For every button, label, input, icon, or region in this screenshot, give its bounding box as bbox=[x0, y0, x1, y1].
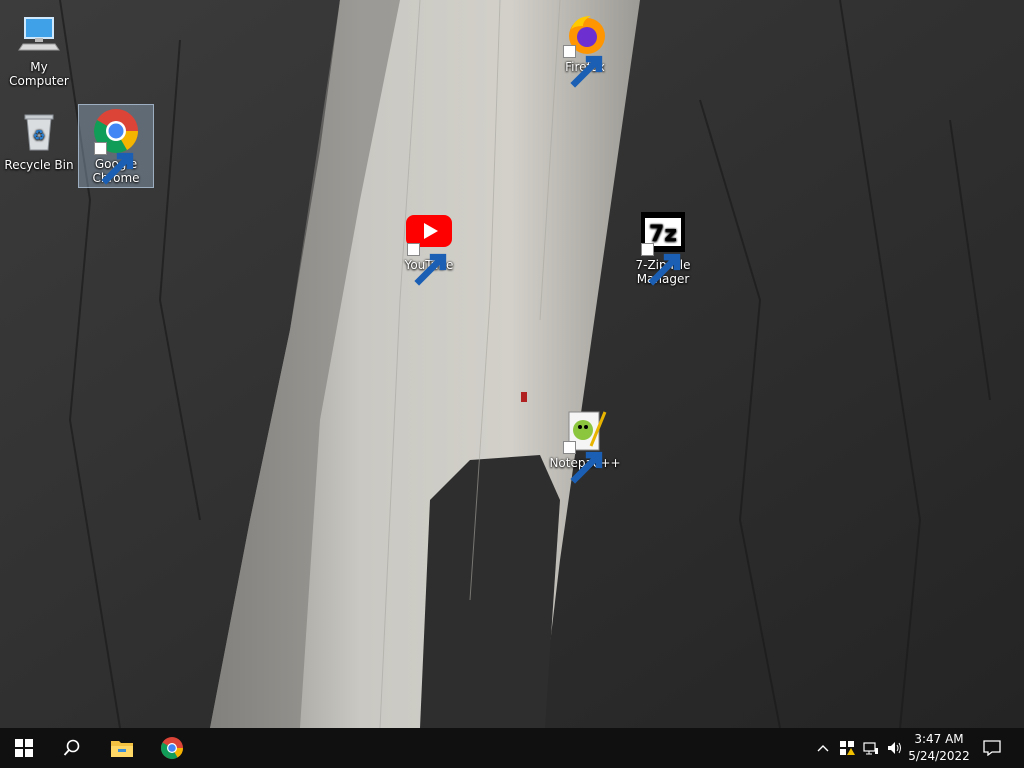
windows-start-icon bbox=[15, 739, 33, 757]
show-hidden-icons-button[interactable] bbox=[812, 728, 834, 768]
search-button[interactable] bbox=[48, 728, 96, 768]
taskbar-file-explorer[interactable] bbox=[98, 728, 146, 768]
taskbar: 3:47 AM 5/24/2022 bbox=[0, 728, 1024, 768]
shortcut-arrow-icon bbox=[563, 45, 603, 88]
file-explorer-icon bbox=[111, 741, 133, 757]
tray-security[interactable] bbox=[836, 728, 858, 768]
desktop-icon-7zip[interactable]: 7z 7-Zip File Manager bbox=[625, 206, 701, 288]
desktop-icon-label: My Computer bbox=[9, 60, 69, 88]
security-icon bbox=[840, 741, 855, 755]
notepadpp-icon bbox=[561, 406, 609, 484]
shortcut-arrow-icon bbox=[94, 142, 134, 185]
chrome-icon bbox=[161, 737, 183, 759]
desktop-icon-recycle-bin[interactable]: ♻ Recycle Bin bbox=[1, 106, 77, 178]
computer-icon bbox=[15, 10, 63, 58]
svg-text:♻: ♻ bbox=[33, 128, 46, 144]
search-icon bbox=[63, 739, 80, 756]
desktop-icon-firefox[interactable]: Firefox bbox=[547, 8, 623, 88]
clock-date: 5/24/2022 bbox=[908, 749, 970, 763]
chrome-icon bbox=[92, 107, 140, 185]
tray-volume[interactable] bbox=[884, 728, 906, 768]
volume-icon bbox=[888, 742, 901, 754]
chevron-up-icon bbox=[817, 745, 829, 752]
desktop[interactable]: My Computer ♻ Recycle Bin Google Chrome … bbox=[0, 0, 1024, 728]
action-center-button[interactable] bbox=[978, 728, 1006, 768]
notification-icon bbox=[983, 740, 1001, 756]
start-button[interactable] bbox=[0, 728, 48, 768]
desktop-icon-label: Recycle Bin bbox=[4, 158, 74, 172]
taskbar-chrome[interactable] bbox=[148, 728, 196, 768]
7zip-icon: 7z bbox=[639, 208, 687, 286]
network-icon bbox=[863, 742, 878, 755]
desktop-icon-google-chrome[interactable]: Google Chrome bbox=[78, 104, 154, 188]
recycle-bin-icon: ♻ bbox=[15, 108, 63, 156]
tray-network[interactable] bbox=[860, 728, 882, 768]
firefox-icon bbox=[561, 10, 609, 88]
desktop-icon-my-computer[interactable]: My Computer bbox=[1, 8, 77, 88]
shortcut-arrow-icon bbox=[563, 441, 603, 484]
youtube-icon bbox=[405, 208, 453, 286]
shortcut-arrow-icon bbox=[407, 243, 447, 286]
desktop-icon-notepadpp[interactable]: Notepad++ bbox=[547, 404, 623, 484]
shortcut-arrow-icon bbox=[641, 243, 681, 286]
clock-time: 3:47 AM bbox=[914, 732, 964, 746]
desktop-icon-youtube[interactable]: YouTube bbox=[391, 206, 467, 286]
taskbar-clock[interactable]: 3:47 AM 5/24/2022 bbox=[906, 731, 972, 765]
